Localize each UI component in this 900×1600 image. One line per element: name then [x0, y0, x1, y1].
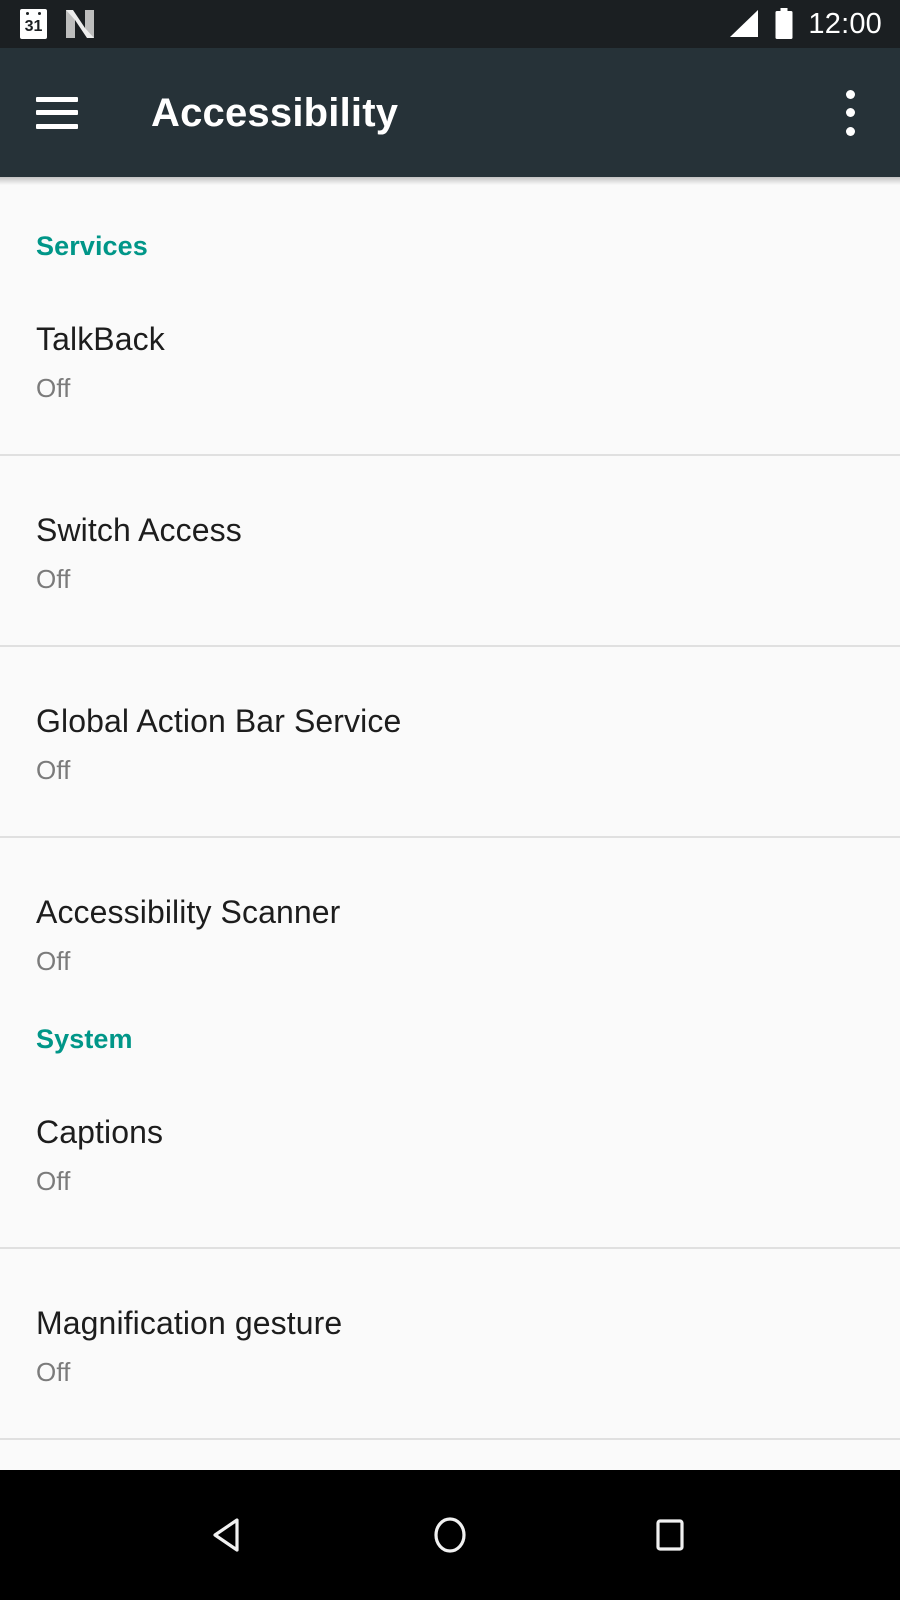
phone-screen: 31 12:00 Accessibility Services TalkBack…	[0, 0, 900, 1600]
system-navigation-bar	[0, 1470, 900, 1600]
status-bar-system-icons: 12:00	[728, 8, 882, 40]
nav-recents-button[interactable]	[625, 1490, 715, 1580]
status-bar: 31 12:00	[0, 0, 900, 48]
calendar-31-icon: 31	[20, 9, 47, 39]
list-item-title: Global Action Bar Service	[36, 703, 402, 739]
section-header-services: Services	[36, 231, 148, 261]
nav-back-button[interactable]	[185, 1490, 275, 1580]
list-item-accessibility-scanner[interactable]: Accessibility Scanner Off	[0, 838, 900, 974]
app-bar: Accessibility	[0, 48, 900, 177]
list-item-title: Accessibility Scanner	[36, 894, 341, 930]
overflow-menu-icon[interactable]	[830, 89, 870, 136]
list-item-captions[interactable]: Captions Off	[0, 1053, 900, 1194]
list-item-title: Switch Access	[36, 512, 242, 548]
hamburger-menu-icon[interactable]	[36, 96, 78, 129]
list-item-title: TalkBack	[36, 321, 165, 357]
recents-square-icon	[656, 1519, 684, 1551]
list-item-summary: Off	[36, 1357, 71, 1387]
list-item-font-size[interactable]: Font size Default	[0, 1440, 900, 1470]
list-item-talkback[interactable]: TalkBack Off	[0, 260, 900, 401]
list-item-magnification-gesture[interactable]: Magnification gesture Off	[0, 1249, 900, 1385]
signal-icon	[730, 10, 759, 37]
status-bar-notification-icons: 31	[20, 8, 97, 40]
settings-list[interactable]: Services TalkBack Off Switch Access Off …	[0, 185, 900, 1470]
nav-home-button[interactable]	[405, 1490, 495, 1580]
status-bar-clock: 12:00	[808, 7, 882, 40]
list-item-summary: Off	[36, 564, 71, 594]
home-circle-icon	[434, 1517, 466, 1553]
list-item-summary: Off	[36, 946, 71, 976]
battery-icon	[775, 8, 793, 39]
list-item-title: Captions	[36, 1114, 164, 1150]
android-nougat-icon	[66, 10, 94, 38]
page-title: Accessibility	[151, 90, 399, 135]
section-header-system: System	[36, 1024, 133, 1054]
list-item-summary: Off	[36, 1166, 71, 1196]
list-item-summary: Off	[36, 755, 71, 785]
list-item-global-action-bar-service[interactable]: Global Action Bar Service Off	[0, 647, 900, 783]
list-item-summary: Off	[36, 373, 71, 403]
calendar-day-label: 31	[24, 18, 43, 35]
app-bar-shadow	[0, 177, 900, 185]
back-triangle-icon	[213, 1518, 239, 1552]
list-item-title: Magnification gesture	[36, 1305, 343, 1341]
list-item-switch-access[interactable]: Switch Access Off	[0, 456, 900, 592]
